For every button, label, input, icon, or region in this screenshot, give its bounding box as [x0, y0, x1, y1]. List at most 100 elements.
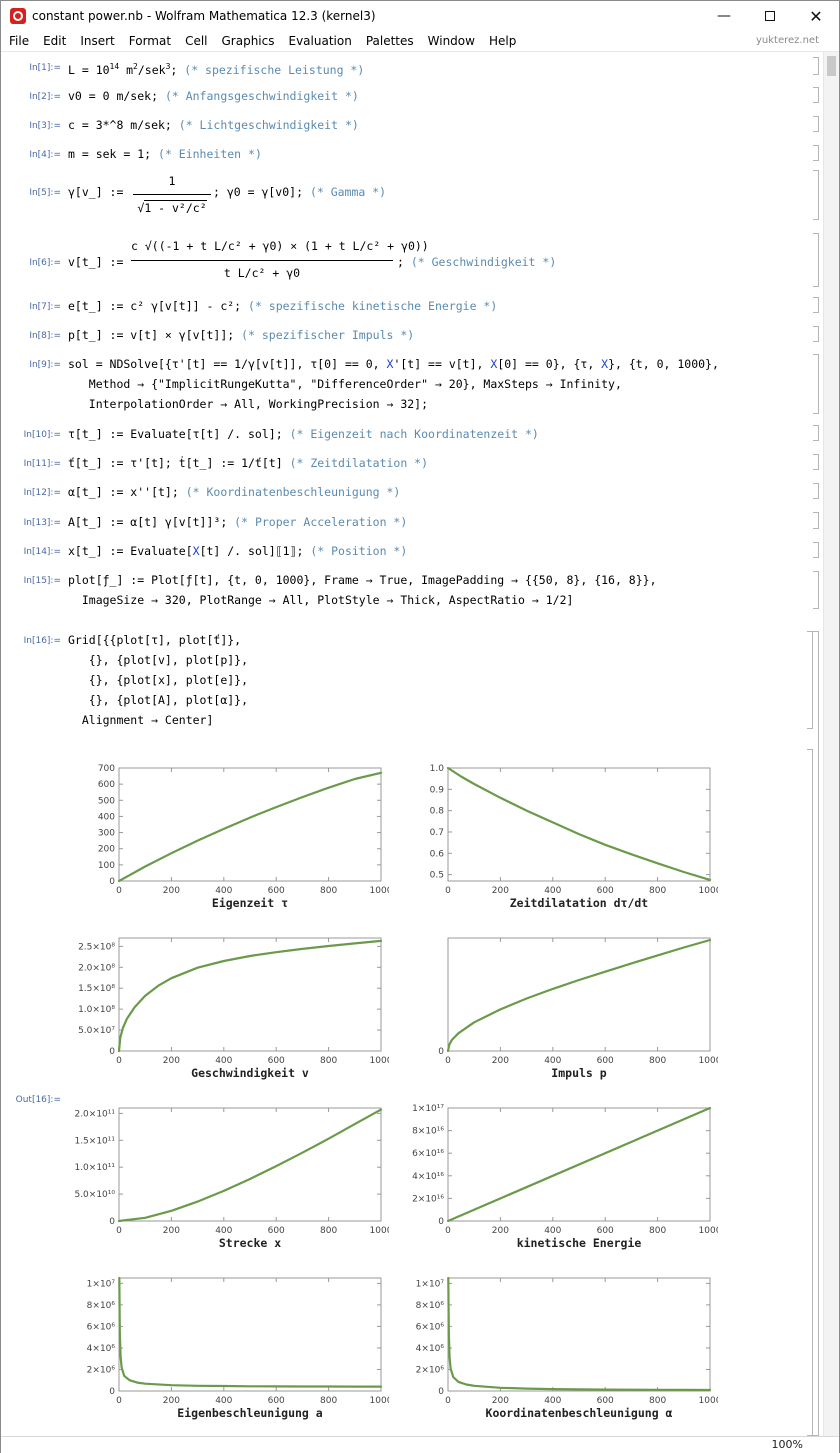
minimize-button[interactable]: — [701, 1, 747, 31]
plot-kinetische-energie[interactable]: 0 200 400 600 800 1000 0 2×10¹⁶ 4×10¹⁶ 6×10¹⁶ 8×10… [398, 1092, 718, 1257]
fraction-denominator: t L/c² + γ0 [223, 266, 301, 280]
menu-help[interactable]: Help [482, 34, 523, 48]
cell-bracket[interactable] [813, 145, 819, 161]
plot-frame [118, 1277, 382, 1392]
scrollbar-thumb[interactable] [827, 56, 836, 76]
menu-insert[interactable]: Insert [73, 34, 121, 48]
cell-bracket[interactable] [813, 512, 819, 529]
code-comment: (* Lichtgeschwindigkeit *) [178, 118, 359, 132]
input-cell-5[interactable]: γ[v_] := [68, 182, 130, 202]
code-text: plot[ƒ_] := Plot[ƒ[t], {t, 0, 1000}, Fra… [68, 573, 657, 587]
menu-format[interactable]: Format [122, 34, 178, 48]
x-tick-label: 800 [320, 1226, 337, 1236]
code-comment: (* Position *) [310, 544, 408, 558]
y-tick-label: 6×10¹⁶ [412, 1149, 444, 1159]
input-cell-4[interactable]: m = sek = 1; (* Einheiten *) [68, 144, 262, 164]
close-icon: ✕ [809, 6, 823, 26]
x-tick-label: 400 [215, 1226, 232, 1236]
menu-graphics[interactable]: Graphics [215, 34, 282, 48]
plot-eigenbeschleunigung[interactable]: 0 200 400 600 800 1000 0 2×10⁶ 4×10⁶ 6×10⁶ 8×10⁶ 1×… [69, 1262, 389, 1427]
input-cell-6-rest[interactable]: ; (* Geschwindigkeit *) [397, 252, 556, 272]
cell-bracket[interactable] [813, 116, 819, 132]
input-cell-1[interactable]: L = 1014 m2/sek3; (* spezifische Leistun… [68, 57, 364, 80]
cell-group-bracket[interactable] [813, 631, 819, 1436]
plot-svg: 0200400600800100001×10⁸2×10⁸3×10⁸4×10⁸5×… [438, 937, 718, 1080]
menu-evaluation[interactable]: Evaluation [282, 34, 359, 48]
code-text: ; [170, 62, 185, 77]
input-cell-11[interactable]: ť[t_] := τ'[t]; ṫ[t_] := 1/ť[t] (* Zeitd… [68, 453, 428, 473]
fraction-denominator: √1 - v²/c² [133, 198, 211, 218]
cell-bracket[interactable] [813, 170, 819, 220]
plot-zeitdilatation[interactable]: 0 200 400 600 800 1000 0.5 0.6 0.7 0.8 0.9 1.0 Zeitd… [398, 752, 718, 917]
code-text: sol = NDSolve[{τ'[t] == 1/γ[v[t]], τ[0] … [68, 357, 387, 371]
code-text: ; γ0 = γ[v0]; [213, 185, 310, 199]
y-tick-label: 2×10⁶ [416, 1365, 445, 1375]
code-comment: (* Eigenzeit nach Koordinatenzeit *) [289, 427, 539, 441]
x-tick-label: 600 [268, 1226, 285, 1236]
cell-bracket[interactable] [813, 542, 819, 558]
plot-svg: 0 200 400 600 800 1000 0.5 0.6 0.7 0.8 0.9 1.0 Zeitd… [430, 764, 718, 910]
cell-bracket[interactable] [813, 233, 819, 287]
close-button[interactable]: ✕ [793, 1, 839, 31]
maximize-button[interactable] [747, 1, 793, 31]
plot-impuls[interactable]: 0200400600800100001×10⁸2×10⁸3×10⁸4×10⁸5×… [398, 922, 718, 1087]
cell-bracket[interactable] [813, 57, 819, 75]
cell-bracket[interactable] [813, 425, 819, 441]
x-axis-label: Koordinatenbeschleunigung α [486, 1406, 673, 1420]
menu-window[interactable]: Window [421, 34, 482, 48]
vertical-scrollbar[interactable] [823, 52, 839, 1436]
menu-edit[interactable]: Edit [36, 34, 73, 48]
x-tick-label: 400 [544, 1396, 561, 1406]
input-cell-14[interactable]: x[t_] := Evaluate[X[t] /. sol]⟦1⟧; (* Po… [68, 541, 407, 561]
input-cell-13[interactable]: A[t_] := α[t] γ[v[t]]³; (* Proper Accele… [68, 512, 407, 532]
mathematica-app-icon [10, 8, 26, 24]
menu-palettes[interactable]: Palettes [359, 34, 421, 48]
cell-bracket[interactable] [813, 454, 819, 470]
y-tick-label: 0 [109, 1387, 115, 1397]
input-cell-9[interactable]: sol = NDSolve[{τ'[t] == 1/γ[v[t]], τ[0] … [68, 354, 719, 414]
cell-bracket[interactable] [813, 483, 819, 499]
input-cell-6[interactable]: v[t_] := [68, 252, 130, 272]
notebook-area[interactable]: In[1]:= L = 1014 m2/sek3; (* spezifische… [1, 52, 823, 1436]
x-tick-label: 0 [116, 1396, 122, 1406]
cell-bracket[interactable] [813, 571, 819, 609]
cell-label-in16: In[16]:= [23, 636, 61, 646]
plot-frame [447, 1277, 711, 1392]
x-tick-label: 1000 [370, 1396, 389, 1406]
cell-bracket[interactable] [813, 326, 819, 342]
input-cell-2[interactable]: v0 = 0 m/sek; (* Anfangsgeschwindigkeit … [68, 86, 359, 106]
maximize-icon [765, 11, 775, 21]
code-comment: (* Einheiten *) [158, 147, 262, 161]
x-tick-label: 200 [492, 1056, 509, 1066]
menu-cell[interactable]: Cell [178, 34, 214, 48]
plot-eigenzeit[interactable]: 0 200 400 600 800 1000 0 100 200 300 400 500 600 700 E… [69, 752, 389, 917]
x-tick-label: 0 [445, 886, 451, 896]
input-cell-3[interactable]: c = 3*^8 m/sek; (* Lichtgeschwindigkeit … [68, 115, 359, 135]
zoom-level[interactable]: 100% [772, 1438, 803, 1451]
input-cell-12[interactable]: α[t_] := x''[t]; (* Koordinatenbeschleun… [68, 482, 400, 502]
input-cell-5-rest[interactable]: ; γ0 = γ[v0]; (* Gamma *) [213, 182, 386, 202]
x-tick-label: 1000 [370, 1226, 389, 1236]
cell-bracket[interactable] [813, 87, 819, 103]
input-cell-7[interactable]: e[t_] := c² γ[v[t]] - c²; (* spezifische… [68, 296, 497, 316]
y-tick-label: 2×10¹⁶ [412, 1194, 444, 1204]
menu-file[interactable]: File [1, 34, 36, 48]
plot-svg: 0 200 400 600 800 1000 0 5.0×10¹⁰ 1.0×10¹¹ 1.5×10… [74, 1107, 389, 1250]
title-bar: constant power.nb - Wolfram Mathematica … [1, 1, 839, 31]
code-text: m = sek = 1; [68, 147, 159, 161]
cell-bracket[interactable] [813, 354, 819, 414]
plot-koordinatenbeschleunigung[interactable]: 0 200 400 600 800 1000 0 2×10⁶ 4×10⁶ 6×10⁶ 8×10⁶ 1×… [398, 1262, 718, 1427]
cell-bracket-output[interactable] [807, 749, 813, 1436]
input-cell-16[interactable]: Grid[{{plot[τ], plot[ť]}, {}, {plot[v], … [68, 630, 248, 730]
y-tick-label: 8×10¹⁶ [412, 1127, 444, 1137]
input-cell-8[interactable]: p[t_] := v[t] × γ[v[t]]; (* spezifischer… [68, 325, 414, 345]
plot-strecke[interactable]: 0 200 400 600 800 1000 0 5.0×10¹⁰ 1.0×10¹¹ 1.5×10… [69, 1092, 389, 1257]
code-text: ImageSize → 320, PlotRange → All, PlotSt… [68, 593, 574, 607]
y-tick-label: 4×10⁶ [87, 1344, 116, 1354]
plot-frame [447, 767, 711, 882]
input-cell-15[interactable]: plot[ƒ_] := Plot[ƒ[t], {t, 0, 1000}, Fra… [68, 570, 657, 610]
plot-geschwindigkeit[interactable]: 0 200 400 600 800 1000 0 5.0×10⁷ 1.0×10⁸ 1.5×10⁸ 2… [69, 922, 389, 1087]
cell-bracket[interactable] [813, 297, 819, 313]
input-cell-10[interactable]: τ[t_] := Evaluate[τ[t] /. sol]; (* Eigen… [68, 424, 539, 444]
cell-label-in3: In[3]:= [29, 121, 61, 131]
